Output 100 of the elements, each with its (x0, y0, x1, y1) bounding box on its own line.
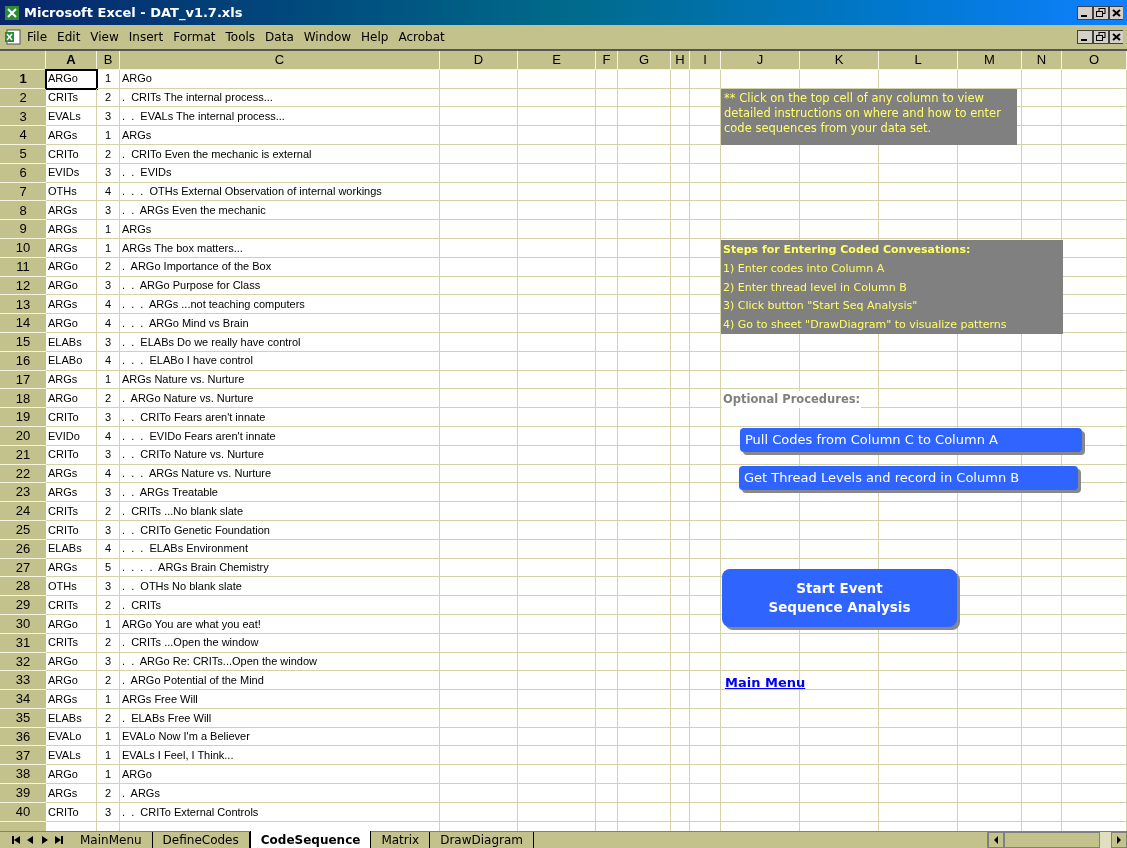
row-header[interactable]: 29 (0, 596, 46, 615)
menu-item[interactable]: Help (356, 28, 394, 46)
start-analysis-button[interactable]: Start Event Sequence Analysis (722, 569, 957, 627)
menu-item[interactable]: File (22, 28, 53, 46)
table-cell: . ARGo Potential of the Mind (120, 671, 440, 691)
table-cell: ARGs (46, 558, 97, 578)
close-icon[interactable] (1109, 30, 1123, 44)
table-cell: 3 (97, 107, 120, 127)
column-header[interactable]: I (690, 51, 721, 70)
column-header[interactable]: G (618, 51, 671, 70)
sheet-tab[interactable]: DrawDiagram (430, 832, 535, 848)
column-header[interactable]: L (879, 51, 958, 70)
table-cell: OTHs (46, 577, 97, 597)
instruction-note: ** Click on the top cell of any column to view detailed instructions on where and how to enter code sequences from your data set. (721, 89, 1017, 145)
table-cell: 4 (97, 426, 120, 446)
column-header[interactable]: K (800, 51, 879, 70)
sheet-tab[interactable]: CodeSequence (249, 831, 372, 848)
table-cell: . ARGo Nature vs. Nurture (120, 389, 440, 409)
minimize-icon[interactable] (1077, 30, 1093, 44)
row-header[interactable]: 13 (0, 295, 46, 315)
table-cell: . . ARGs Even the mechanic (120, 201, 440, 221)
table-cell: 1 (97, 746, 120, 766)
column-header[interactable]: A (46, 51, 97, 70)
table-cell: 2 (97, 671, 120, 691)
table-cell: ARGo (46, 389, 97, 409)
scroll-thumb[interactable] (1004, 832, 1100, 848)
main-menu-link[interactable]: Main Menu (725, 673, 806, 693)
menu-item[interactable]: Tools (220, 28, 261, 46)
table-cell: CRITo (46, 445, 97, 465)
column-header[interactable]: B (97, 51, 120, 70)
table-cell: ARGs (46, 690, 97, 709)
menu-item[interactable]: Data (260, 28, 299, 46)
column-header[interactable]: D (440, 51, 518, 70)
table-cell: . . CRITo Fears aren't innate (120, 408, 440, 427)
row-header[interactable]: 34 (0, 690, 46, 709)
row-header[interactable]: 24 (0, 502, 46, 521)
column-header[interactable]: E (518, 51, 596, 70)
menu-item[interactable]: Insert (123, 28, 169, 46)
menu-item[interactable]: View (85, 28, 124, 46)
table-cell: 3 (97, 201, 120, 221)
table-cell: 3 (97, 445, 120, 465)
row-header[interactable]: 38 (0, 765, 46, 785)
row-header[interactable]: 8 (0, 201, 46, 221)
menu-item[interactable]: Format (168, 28, 221, 46)
column-header[interactable]: M (958, 51, 1022, 70)
table-cell: . CRITs ...Open the window (120, 633, 440, 653)
row-header[interactable]: 23 (0, 483, 46, 503)
restore-icon[interactable] (1093, 30, 1109, 44)
table-cell: 2 (97, 633, 120, 653)
table-cell: ARGo (46, 614, 97, 634)
row-header[interactable]: 18 (0, 389, 46, 409)
row-header[interactable]: 14 (0, 314, 46, 333)
table-cell: ARGo (46, 314, 97, 333)
table-cell: ARGs (46, 295, 97, 315)
column-header[interactable]: H (671, 51, 690, 70)
table-cell: 1 (97, 727, 120, 747)
table-cell: . . ARGs Treatable (120, 483, 440, 503)
table-cell: EVALs (46, 107, 97, 127)
sheet-tab[interactable]: MainMenu (70, 832, 153, 848)
row-header[interactable]: 33 (0, 671, 46, 691)
row-header[interactable]: 9 (0, 220, 46, 239)
row-header[interactable]: 4 (0, 126, 46, 145)
table-cell: 4 (97, 539, 120, 559)
table-cell: ARGs (46, 238, 97, 258)
row-header[interactable]: 28 (0, 577, 46, 597)
column-header[interactable]: F (596, 51, 618, 70)
last-sheet-icon[interactable] (54, 834, 66, 846)
menu-item[interactable]: Window (298, 28, 357, 46)
table-cell: ARGo (46, 671, 97, 691)
pull-codes-button[interactable]: Pull Codes from Column C to Column A (740, 428, 1082, 452)
column-header[interactable]: J (721, 51, 800, 70)
spreadsheet-icon (4, 4, 20, 21)
first-sheet-icon[interactable] (9, 834, 21, 846)
close-icon[interactable] (1109, 5, 1123, 20)
get-thread-levels-button[interactable]: Get Thread Levels and record in Column B (739, 466, 1078, 490)
table-cell: ELABs (46, 708, 97, 728)
minimize-icon[interactable] (1077, 5, 1093, 20)
row-header[interactable]: 19 (0, 408, 46, 427)
scroll-right-icon[interactable] (1111, 832, 1127, 848)
restore-icon[interactable] (1093, 5, 1109, 20)
table-cell: ELABs (46, 539, 97, 559)
sheet-tab[interactable]: Matrix (371, 832, 431, 848)
row-header[interactable]: 3 (0, 107, 46, 127)
menu-item[interactable]: Edit (52, 28, 86, 46)
column-header[interactable]: O (1062, 51, 1127, 70)
menu-item[interactable]: Acrobat (393, 28, 450, 46)
step-text: 4) Go to sheet "DrawDiagram" to visualize patterns (723, 317, 1008, 334)
sheet-tab[interactable]: DefineCodes (152, 832, 250, 848)
window-title: Microsoft Excel - DAT_v1.7.xls (24, 3, 243, 23)
column-header[interactable]: N (1022, 51, 1062, 70)
table-cell: . . . EVIDo Fears aren't innate (120, 426, 440, 446)
table-cell: ARGs (46, 220, 97, 239)
row-header[interactable]: 37 (0, 746, 46, 766)
scroll-left-icon[interactable] (988, 832, 1004, 848)
row-header[interactable]: 39 (0, 784, 46, 803)
table-cell: 1 (97, 238, 120, 258)
table-cell: . . ELABs Do we really have control (120, 332, 440, 352)
horizontal-scrollbar[interactable] (987, 832, 1127, 848)
column-header[interactable]: C (120, 51, 440, 70)
spreadsheet-icon (4, 29, 22, 45)
